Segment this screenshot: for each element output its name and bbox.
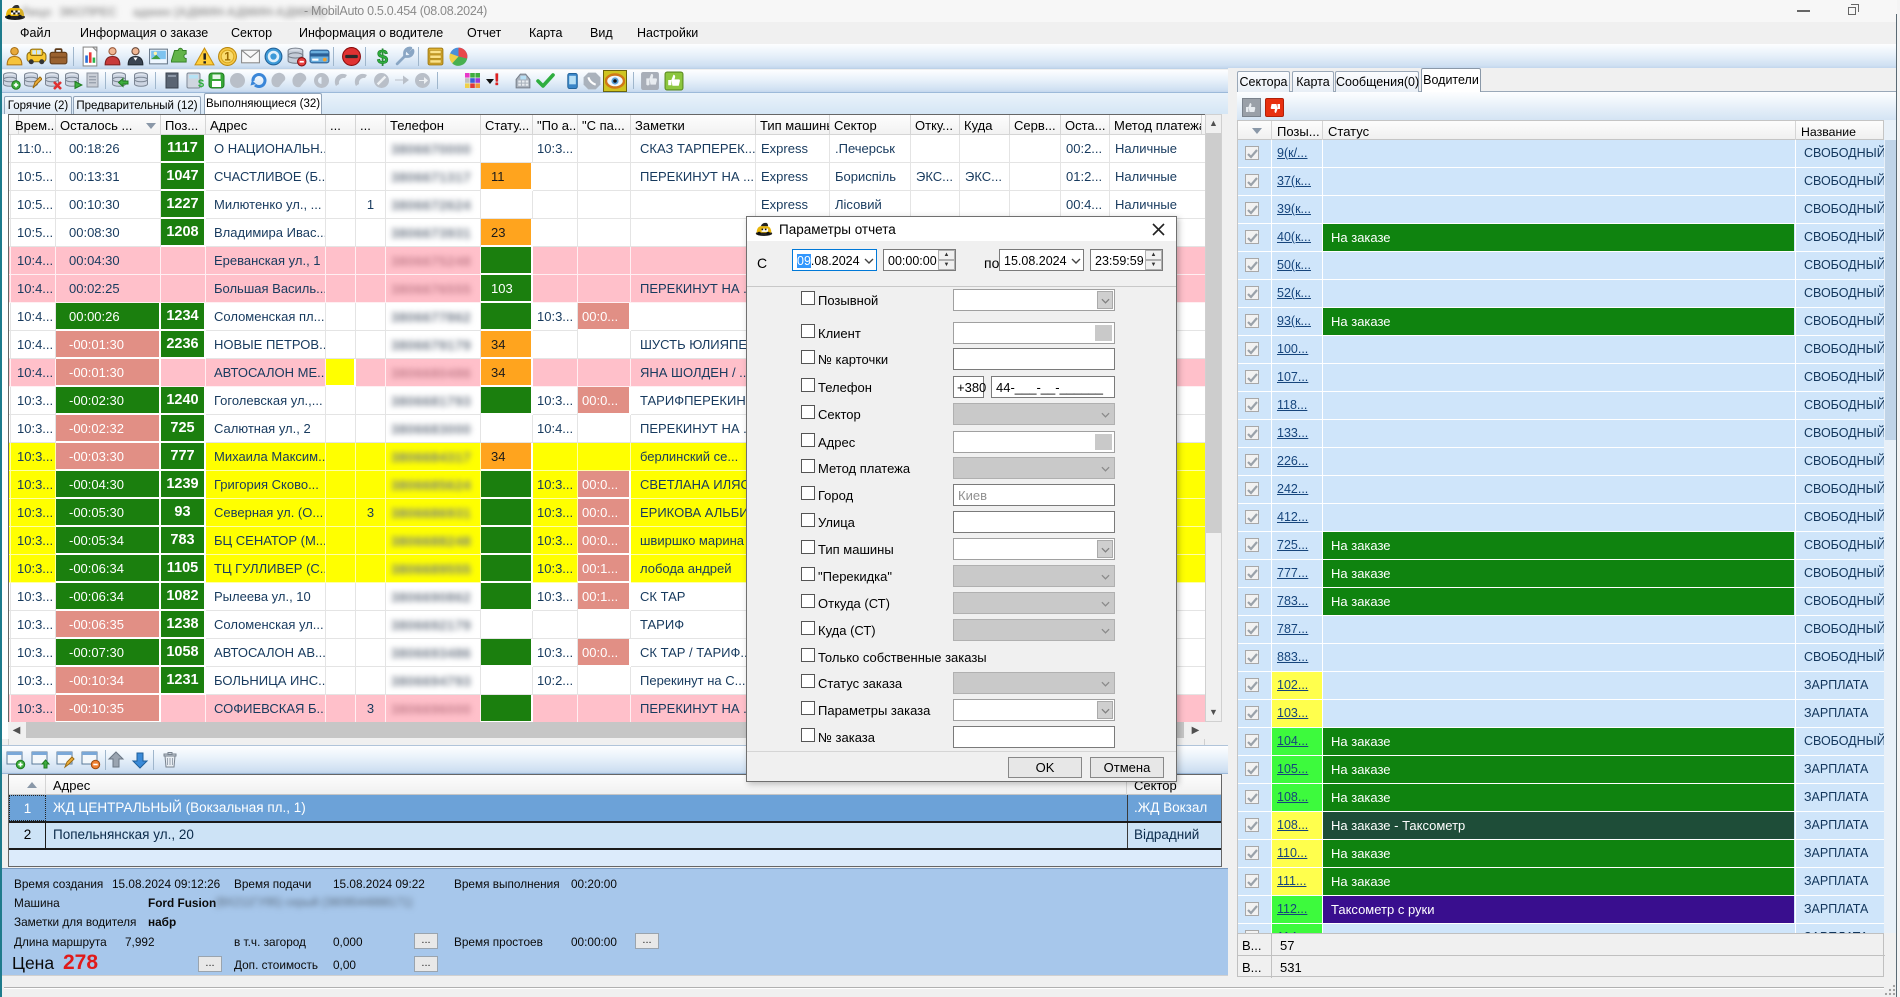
svg-text:1: 1	[224, 52, 231, 64]
svg-text:$: $	[198, 78, 204, 90]
svg-text:$: $	[377, 47, 388, 67]
